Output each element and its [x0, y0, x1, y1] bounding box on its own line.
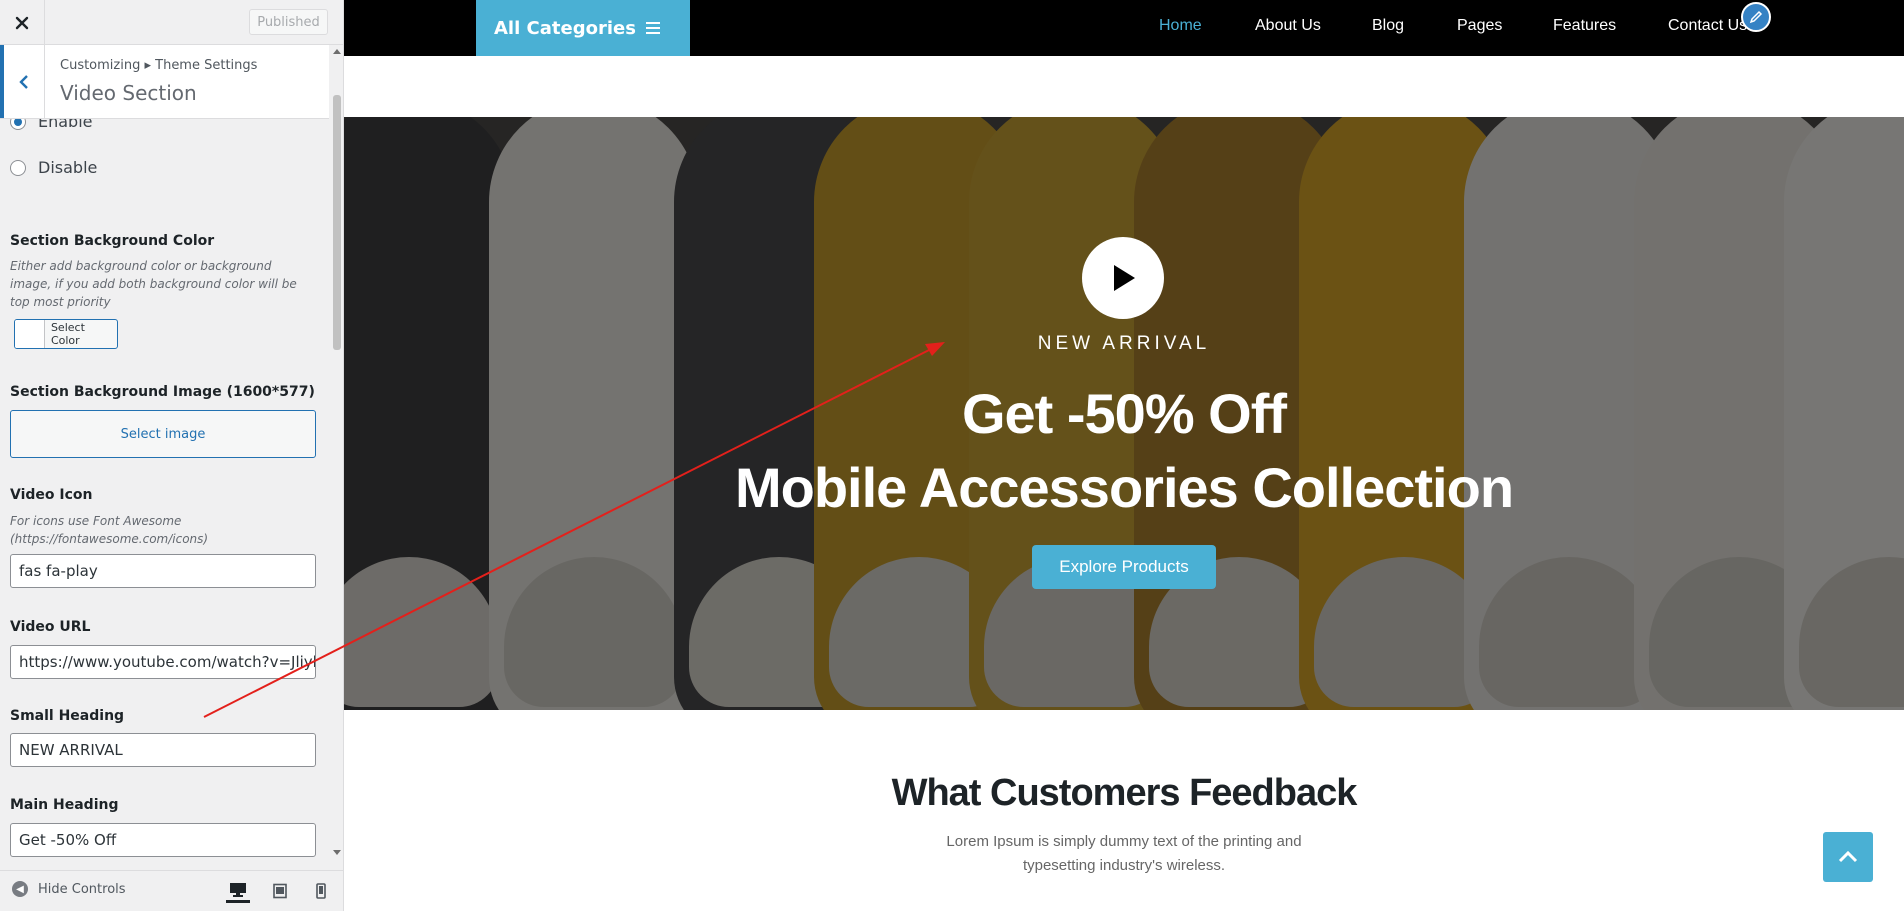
video-section: NEW ARRIVAL Get -50% Off Mobile Accessor…: [344, 117, 1904, 710]
desktop-preview-button[interactable]: [226, 879, 250, 903]
bg-image-label: Section Background Image (1600*577): [10, 384, 315, 400]
nav-blog[interactable]: Blog: [1372, 17, 1404, 35]
close-icon: [15, 16, 29, 29]
explore-products-button[interactable]: Explore Products: [1032, 545, 1216, 589]
nav-about-us[interactable]: About Us: [1255, 17, 1321, 35]
breadcrumb: Customizing ▸ Theme Settings: [60, 58, 258, 73]
play-icon: [1114, 265, 1135, 291]
hero-heading-line-1: Get -50% Off: [961, 382, 1287, 445]
nav-contact-us[interactable]: Contact Us: [1668, 17, 1747, 35]
bg-color-description: Either add background color or backgroun…: [10, 259, 297, 309]
nav-features[interactable]: Features: [1553, 17, 1616, 35]
video-url-input[interactable]: https://www.youtube.com/watch?v=Jliyl: [10, 645, 316, 679]
bg-color-label: Section Background Color: [10, 233, 215, 249]
tablet-preview-button[interactable]: [268, 879, 292, 903]
back-button[interactable]: [0, 45, 45, 118]
all-categories-label: All Categories: [494, 17, 636, 39]
video-icon-description: For icons use Font Awesome (https://font…: [10, 514, 209, 546]
pencil-icon: [1749, 10, 1763, 24]
scroll-down-icon[interactable]: [333, 850, 341, 855]
color-swatch: [15, 320, 45, 348]
select-color-label: Select Color: [50, 321, 85, 347]
close-customizer-button[interactable]: [0, 0, 45, 45]
nav-home[interactable]: Home: [1159, 17, 1202, 35]
section-title: Video Section: [60, 81, 197, 105]
disable-label: Disable: [38, 158, 98, 177]
main-heading-input[interactable]: Get -50% Off: [10, 823, 316, 857]
hero-heading-line-2: Mobile Accessories Collection: [734, 456, 1514, 519]
feedback-title: What Customers Feedback: [891, 772, 1358, 814]
video-url-label: Video URL: [10, 619, 91, 635]
hamburger-icon: [645, 22, 660, 34]
small-heading-label: Small Heading: [10, 708, 125, 724]
tablet-icon: [273, 883, 287, 899]
chevron-left-icon: [19, 74, 28, 89]
mobile-icon: [316, 883, 326, 899]
disable-radio-option[interactable]: Disable: [10, 158, 97, 177]
site-header: All Categories Home About Us Blog Pages …: [344, 0, 1904, 56]
chevron-up-icon: [1838, 850, 1858, 863]
mobile-preview-button[interactable]: [309, 879, 333, 903]
main-heading-label: Main Heading: [10, 797, 119, 813]
customizer-sidebar: Enable Disable Section Background Color …: [0, 0, 344, 911]
video-icon-label: Video Icon: [10, 487, 93, 503]
site-preview: All Categories Home About Us Blog Pages …: [344, 0, 1904, 911]
select-image-button[interactable]: Select image: [10, 410, 316, 458]
feedback-description: Lorem Ipsum is simply dummy text of the …: [946, 833, 1302, 874]
section-header: Customizing ▸ Theme Settings Video Secti…: [0, 45, 329, 119]
customizer-footer: ◀ Hide Controls: [0, 870, 343, 911]
video-icon-input[interactable]: fas fa-play: [10, 554, 316, 588]
hide-controls-button[interactable]: ◀ Hide Controls: [12, 881, 126, 897]
customizer-controls: Enable Disable Section Background Color …: [0, 0, 330, 860]
edit-shortcut-button[interactable]: [1741, 2, 1771, 32]
customizer-top-bar: Published: [0, 0, 343, 45]
video-play-button[interactable]: [1082, 237, 1164, 319]
published-button[interactable]: Published: [249, 9, 328, 35]
small-heading-input[interactable]: NEW ARRIVAL: [10, 733, 316, 767]
hero-main-heading: Get -50% Off Mobile Accessories Collecti…: [344, 377, 1904, 525]
scroll-up-icon[interactable]: [333, 49, 341, 54]
scroll-to-top-button[interactable]: [1823, 832, 1873, 882]
select-color-button[interactable]: Select Color: [14, 319, 118, 349]
desktop-icon: [230, 882, 246, 897]
sidebar-scrollbar[interactable]: [330, 45, 343, 859]
hide-controls-label: Hide Controls: [38, 881, 126, 897]
hero-small-heading: NEW ARRIVAL: [1037, 333, 1211, 354]
nav-pages[interactable]: Pages: [1457, 17, 1502, 35]
scrollbar-thumb[interactable]: [333, 95, 341, 350]
collapse-arrow-icon: ◀: [12, 881, 28, 897]
all-categories-button[interactable]: All Categories: [476, 0, 690, 56]
disable-radio[interactable]: [10, 159, 26, 176]
